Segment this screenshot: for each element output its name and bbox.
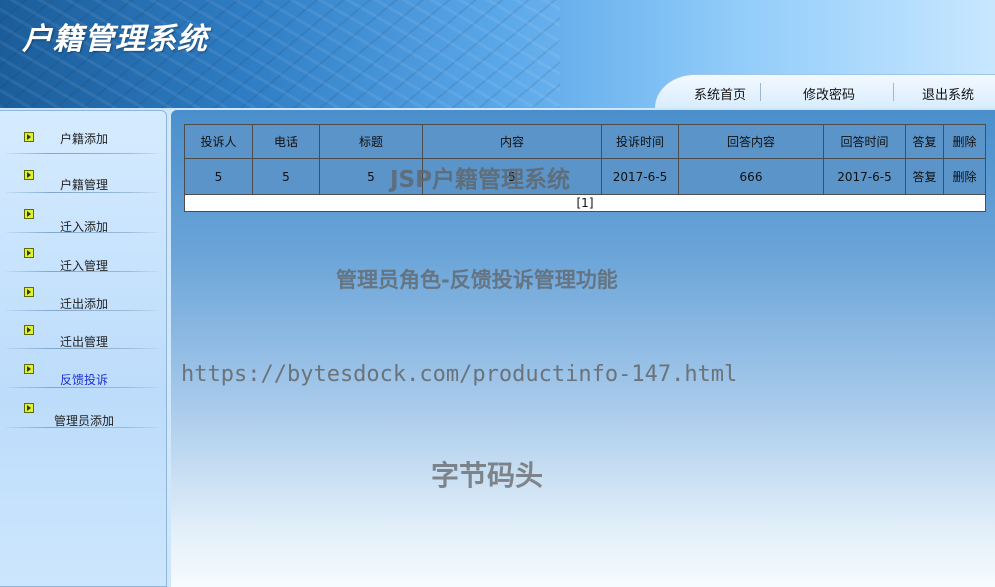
cell-reply-time: 2017-6-5 [823, 158, 906, 195]
sidebar-divider [6, 232, 158, 233]
sidebar-item-label: 反馈投诉 [60, 373, 109, 387]
column-header: 投诉人 [184, 124, 253, 159]
sidebar-item-moveout-manage[interactable]: 迁出管理 [0, 314, 166, 352]
nav-logout-link[interactable]: 退出系统 [922, 84, 974, 103]
column-header: 电话 [252, 124, 320, 159]
top-nav: 系统首页 修改密码 退出系统 [655, 74, 995, 108]
reply-link[interactable]: 答复 [905, 158, 944, 195]
sidebar-item-label: 户籍添加 [60, 132, 109, 146]
column-header: 投诉时间 [601, 124, 679, 159]
arrow-bullet-icon [24, 403, 34, 413]
sidebar-item-feedback[interactable]: 反馈投诉 [0, 353, 166, 391]
sidebar-divider [6, 310, 158, 311]
arrow-bullet-icon [24, 287, 34, 297]
sidebar-item-label: 户籍管理 [60, 178, 109, 192]
sidebar-divider [6, 427, 158, 428]
sidebar-divider [6, 153, 158, 154]
cell-title: 5 [319, 158, 423, 195]
sidebar-divider [6, 348, 158, 349]
column-header: 答复 [905, 124, 944, 159]
sidebar-item-movein-manage[interactable]: 迁入管理 [0, 237, 166, 275]
cell-complaint-time: 2017-6-5 [601, 158, 679, 195]
sidebar-item-movein-add[interactable]: 迁入添加 [0, 198, 166, 236]
arrow-bullet-icon [24, 170, 34, 180]
sidebar-divider [6, 271, 158, 272]
nav-change-password-link[interactable]: 修改密码 [803, 84, 855, 103]
app-header: 户籍管理系统 系统首页 修改密码 退出系统 [0, 0, 995, 108]
cell-reply-content: 666 [678, 158, 824, 195]
arrow-bullet-icon [24, 364, 34, 374]
arrow-bullet-icon [24, 209, 34, 219]
sidebar-item-household-manage[interactable]: 户籍管理 [0, 159, 166, 197]
table-header-row: 投诉人 电话 标题 内容 投诉时间 回答内容 回答时间 答复 删除 [184, 124, 986, 159]
arrow-bullet-icon [24, 325, 34, 335]
column-header: 回答时间 [823, 124, 906, 159]
cell-complainant: 5 [184, 158, 253, 195]
table-row: 5 5 5 5 2017-6-5 666 2017-6-5 答复 删除 [184, 158, 986, 195]
sidebar: 户籍添加 户籍管理 迁入添加 迁入管理 迁出添加 迁出管理 反馈投诉 管理员添加 [0, 110, 167, 587]
delete-link[interactable]: 删除 [943, 158, 986, 195]
sidebar-item-moveout-add[interactable]: 迁出添加 [0, 276, 166, 314]
pagination-page-link[interactable]: [1] [184, 194, 986, 212]
main-content: 投诉人 电话 标题 内容 投诉时间 回答内容 回答时间 答复 删除 5 5 5 … [171, 110, 995, 587]
column-header: 删除 [943, 124, 986, 159]
feedback-table: 投诉人 电话 标题 内容 投诉时间 回答内容 回答时间 答复 删除 5 5 5 … [184, 124, 986, 212]
cell-phone: 5 [252, 158, 320, 195]
sidebar-item-household-add[interactable]: 户籍添加 [0, 121, 166, 159]
arrow-bullet-icon [24, 248, 34, 258]
pagination-row: [1] [184, 194, 986, 212]
column-header: 标题 [319, 124, 423, 159]
sidebar-divider [6, 387, 158, 388]
app-title: 户籍管理系统 [22, 22, 208, 57]
column-header: 内容 [422, 124, 602, 159]
nav-home-link[interactable]: 系统首页 [694, 84, 746, 103]
sidebar-item-admin-add[interactable]: 管理员添加 [0, 392, 166, 430]
sidebar-divider [6, 192, 158, 193]
arrow-bullet-icon [24, 132, 34, 142]
nav-separator [760, 83, 761, 101]
cell-content: 5 [422, 158, 602, 195]
nav-separator [893, 83, 894, 101]
column-header: 回答内容 [678, 124, 824, 159]
